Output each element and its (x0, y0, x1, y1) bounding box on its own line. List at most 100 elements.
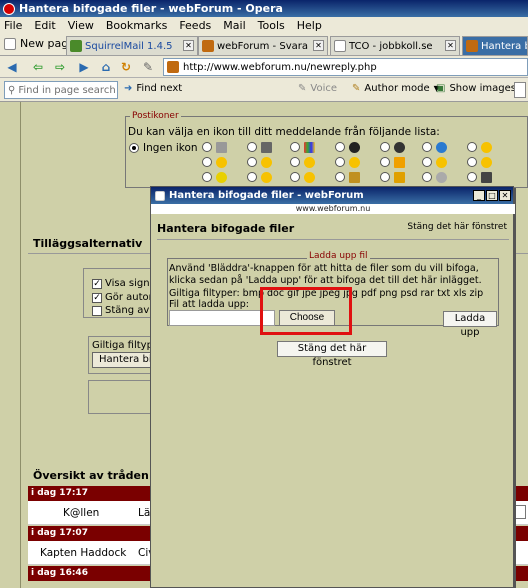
tab-label: webForum - Svara (217, 40, 308, 52)
icon-radio[interactable] (290, 157, 300, 167)
tab-label: Hantera bifo (481, 40, 527, 52)
post-author[interactable]: Kapten Haddock (40, 547, 126, 559)
icon-radio[interactable] (422, 157, 432, 167)
option-disable[interactable]: Stäng av s (92, 305, 158, 316)
upload-instructions: Använd 'Bläddra'-knappen för att hitta d… (169, 263, 482, 286)
tab-bar: New page SquirrelMail 1.4.5 ✕ webForum -… (0, 34, 528, 56)
menu-mail[interactable]: Mail (223, 19, 245, 32)
author-mode-icon: ✎ (352, 83, 361, 94)
menu-feeds[interactable]: Feeds (179, 19, 211, 32)
icon-radio[interactable] (467, 142, 477, 152)
smiley-icon (261, 172, 272, 183)
arrow-right-icon: ➜ (124, 83, 133, 94)
icon-radio[interactable] (290, 172, 300, 182)
additional-options-title: Tilläggsalternativ (33, 237, 143, 250)
option-label: Visa signa (105, 278, 156, 289)
squirrelmail-favicon (70, 40, 82, 52)
new-page-button[interactable]: New page (4, 37, 75, 50)
tab-squirrelmail[interactable]: SquirrelMail 1.4.5 ✕ (66, 36, 198, 55)
tab-tco-jobbkoll[interactable]: TCO - jobbkoll.se ✕ (330, 36, 460, 55)
checkbox[interactable] (92, 305, 102, 316)
person-icon (349, 142, 360, 153)
icon-radio[interactable] (335, 172, 345, 182)
icon-radio[interactable] (247, 172, 257, 182)
show-images-button[interactable]: ▣ Show images (436, 83, 516, 94)
tab-label: TCO - jobbkoll.se (349, 40, 433, 52)
ie-icon (436, 142, 447, 153)
checkbox-checked[interactable]: ✓ (92, 278, 102, 289)
close-icon[interactable]: ✕ (445, 40, 456, 51)
tab-hantera-bifo[interactable]: Hantera bifo (462, 36, 528, 55)
close-icon[interactable]: ✕ (313, 40, 324, 51)
search-icon: ⚲ (8, 84, 16, 96)
reload-icon[interactable]: ↻ (118, 59, 134, 75)
voice-icon: ✎ (298, 83, 307, 94)
icon-radio[interactable] (467, 172, 477, 182)
new-page-icon (4, 37, 16, 50)
show-images-label: Show images (449, 83, 516, 94)
post-author[interactable]: K@llen (63, 507, 99, 519)
author-mode-button[interactable]: ✎ Author mode ▼ (352, 83, 440, 94)
rewind-icon[interactable]: ⇦ (30, 59, 46, 75)
icon-radio[interactable] (335, 142, 345, 152)
maximize-icon[interactable]: □ (486, 190, 498, 201)
manage-attachments-button[interactable]: Hantera bifo (92, 352, 152, 368)
close-window-button[interactable]: Stäng det här fönstret (277, 341, 387, 368)
smiley-icon (261, 157, 272, 168)
forward-icon[interactable]: ⇨ (52, 59, 68, 75)
option-auto[interactable]: ✓ Gör autom (92, 292, 158, 303)
close-icon[interactable]: ✕ (499, 190, 511, 201)
webforum-favicon (202, 40, 214, 52)
webforum-favicon (466, 40, 478, 52)
smiley-icon (481, 157, 492, 168)
tab-webforum-svara[interactable]: webForum - Svara ✕ (198, 36, 328, 55)
menu-help[interactable]: Help (297, 19, 322, 32)
fast-forward-icon[interactable]: ▶ (76, 59, 92, 75)
close-window-link[interactable]: Stäng det här fönstret (407, 222, 507, 232)
icon-radio[interactable] (335, 157, 345, 167)
radio-icon[interactable] (129, 143, 139, 153)
menu-edit[interactable]: Edit (34, 19, 55, 32)
note-icon (349, 172, 360, 183)
overflow-icon[interactable] (514, 82, 526, 98)
linux-icon (394, 142, 405, 153)
menu-tools[interactable]: Tools (258, 19, 285, 32)
checkbox-checked[interactable]: ✓ (92, 292, 102, 303)
icon-radio[interactable] (290, 142, 300, 152)
post-icons-legend: Postikoner (130, 111, 181, 121)
option-show-signature[interactable]: ✓ Visa signa (92, 278, 156, 289)
printer-icon (261, 142, 272, 153)
menu-bar: File Edit View Bookmarks Feeds Mail Tool… (0, 17, 528, 34)
icon-radio[interactable] (380, 142, 390, 152)
menu-file[interactable]: File (4, 19, 22, 32)
opera-icon (3, 2, 15, 15)
home-icon[interactable]: ⌂ (98, 59, 114, 75)
icon-radio[interactable] (380, 157, 390, 167)
wand-icon[interactable]: ✎ (140, 59, 156, 75)
menu-view[interactable]: View (68, 19, 94, 32)
back-icon[interactable]: ◀ (4, 59, 20, 75)
voice-button[interactable]: ✎ Voice (298, 83, 337, 94)
icon-radio[interactable] (247, 142, 257, 152)
smiley-icon (481, 142, 492, 153)
icon-radio[interactable] (467, 157, 477, 167)
icon-radio[interactable] (202, 172, 212, 182)
icon-radio[interactable] (202, 157, 212, 167)
icon-radio[interactable] (422, 172, 432, 182)
minimize-icon[interactable]: _ (473, 190, 485, 201)
find-in-page-field[interactable]: ⚲ Find in page search (4, 81, 118, 99)
post-checkbox[interactable] (512, 505, 526, 519)
icon-radio[interactable] (247, 157, 257, 167)
find-next-button[interactable]: ➜ Find next (124, 83, 182, 94)
icon-radio[interactable] (380, 172, 390, 182)
upload-button[interactable]: Ladda upp (443, 311, 497, 338)
window-titlebar: Hantera bifogade filer - webForum - Oper… (0, 0, 528, 17)
close-icon[interactable]: ✕ (183, 40, 194, 51)
no-icon-option[interactable]: Ingen ikon (129, 142, 198, 154)
popup-title: Hantera bifogade filer - webForum (169, 190, 364, 201)
icon-radio[interactable] (422, 142, 432, 152)
window-title: Hantera bifogade filer - webForum - Oper… (19, 2, 283, 15)
icon-radio[interactable] (202, 142, 212, 152)
url-field[interactable]: http://www.webforum.nu/newreply.php (163, 58, 528, 76)
menu-bookmarks[interactable]: Bookmarks (106, 19, 167, 32)
